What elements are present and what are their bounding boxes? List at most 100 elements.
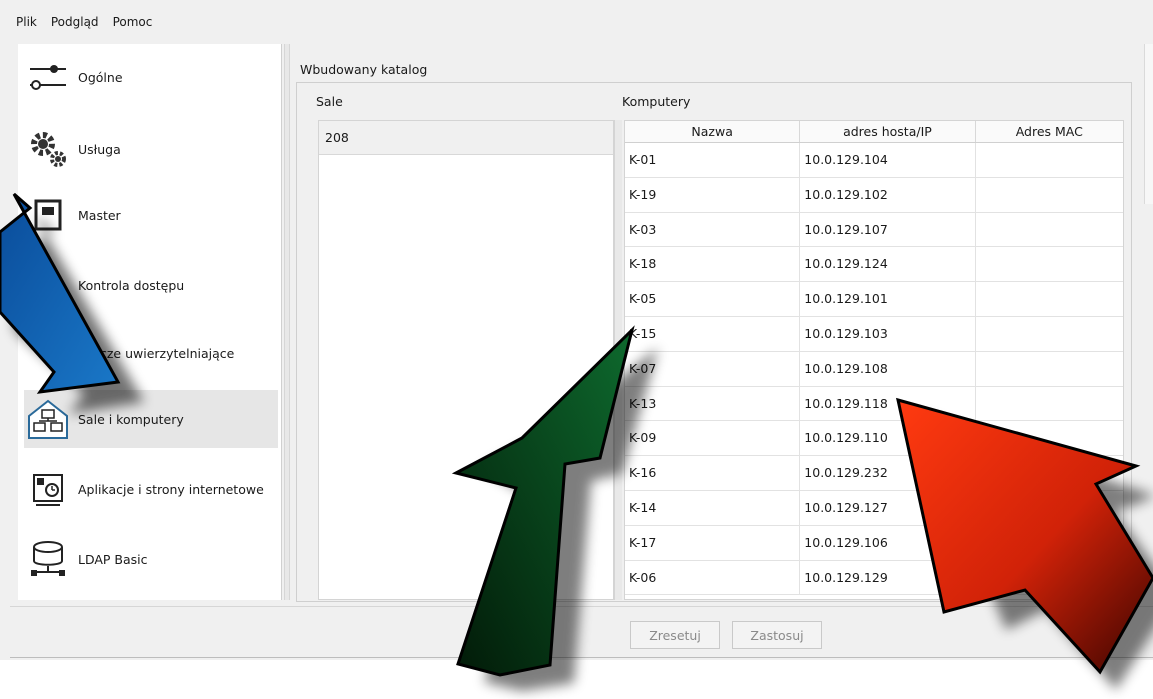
rooms-label: Sale — [316, 94, 343, 109]
right-scrollbar[interactable] — [1144, 44, 1153, 204]
master-icon — [26, 193, 70, 237]
cell-mac — [976, 213, 1123, 247]
sidebar-item-aplikacje[interactable]: Aplikacje i strony internetowe — [24, 460, 278, 518]
cell-host: 10.0.129.232 — [800, 456, 976, 490]
sidebar: Ogólne Usługa Master Kontrola dostępu cz… — [18, 44, 282, 600]
cell-mac — [976, 247, 1123, 281]
menu-pomoc[interactable]: Pomoc — [113, 15, 153, 29]
access-control-icon — [26, 263, 70, 307]
table-row[interactable]: K-18 10.0.129.124 — [625, 247, 1123, 283]
cell-name: K-18 — [625, 247, 801, 282]
table-row[interactable]: K-03 10.0.129.107 — [625, 212, 1123, 248]
cell-name: K-14 — [625, 490, 801, 525]
menu-plik[interactable]: Plik — [16, 15, 37, 29]
sidebar-item-label: Master — [78, 207, 121, 223]
cell-host: 10.0.129.106 — [800, 525, 976, 560]
column-header-name[interactable]: Nazwa — [625, 121, 801, 142]
table-row[interactable]: K-06 10.0.129.129 — [625, 560, 1123, 596]
database-network-icon — [26, 537, 70, 581]
sidebar-item-label: Kontrola dostępu — [78, 277, 185, 293]
cell-name: K-19 — [625, 177, 801, 212]
list-item[interactable]: 208 — [319, 121, 613, 155]
cell-name: K-06 — [625, 560, 801, 595]
cell-host: 10.0.129.129 — [800, 560, 976, 595]
cell-name: K-13 — [625, 386, 801, 421]
sidebar-item-usluga[interactable]: Usługa — [24, 120, 278, 178]
cell-mac — [976, 526, 1123, 560]
splitter-handle[interactable] — [284, 44, 290, 600]
reset-button[interactable]: Zresetuj — [630, 621, 720, 649]
sidebar-item-label: cze uwierzytelniające — [100, 345, 235, 361]
cell-host: 10.0.129.110 — [800, 421, 976, 456]
table-row[interactable]: K-05 10.0.129.101 — [625, 282, 1123, 317]
rooms-scrollbar[interactable] — [614, 120, 622, 600]
cell-name: K-05 — [625, 282, 801, 316]
cell-name: K-16 — [625, 456, 801, 490]
cell-mac — [976, 143, 1123, 177]
sidebar-item-label: LDAP Basic — [78, 551, 148, 567]
table-row[interactable]: K-01 10.0.129.104 — [625, 143, 1123, 178]
table-row[interactable]: K-14 10.0.129.127 — [625, 490, 1123, 526]
cell-mac — [976, 352, 1123, 386]
table-row[interactable]: K-15 10.0.129.103 — [625, 316, 1123, 352]
sidebar-item-label: Usługa — [78, 141, 121, 157]
menu-bar: Plik Podgląd Pomoc — [0, 8, 1153, 36]
sliders-icon — [26, 55, 70, 99]
cell-mac — [976, 421, 1123, 455]
computers-label: Komputery — [622, 94, 691, 109]
house-computers-icon — [26, 397, 70, 441]
menu-podglad[interactable]: Podgląd — [51, 15, 99, 29]
table-row[interactable]: K-09 10.0.129.110 — [625, 421, 1123, 457]
cell-host: 10.0.129.101 — [800, 282, 976, 316]
cell-mac — [976, 456, 1123, 490]
sidebar-item-label: Sale i komputery — [78, 411, 184, 427]
cell-name: K-07 — [625, 351, 801, 386]
cell-name: K-09 — [625, 421, 801, 456]
sidebar-item-master[interactable]: Master — [24, 186, 278, 244]
cell-host: 10.0.129.102 — [800, 177, 976, 212]
rooms-list: 208 — [318, 120, 614, 600]
table-row[interactable]: K-16 10.0.129.232 — [625, 456, 1123, 491]
table-body: K-01 10.0.129.104 K-19 10.0.129.102 K-03 10.0… — [625, 143, 1123, 596]
cell-host: 10.0.129.127 — [800, 490, 976, 525]
key-icon — [26, 331, 70, 375]
cell-name: K-15 — [625, 316, 801, 351]
cell-mac — [976, 387, 1123, 421]
table-row[interactable]: K-17 10.0.129.106 — [625, 525, 1123, 561]
cell-host: 10.0.129.118 — [800, 386, 976, 421]
sidebar-item-kontrola-dostepu[interactable]: Kontrola dostępu — [24, 256, 278, 314]
cell-mac — [976, 317, 1123, 351]
apply-button[interactable]: Zastosuj — [732, 621, 822, 649]
sidebar-item-klucze[interactable]: cze uwierzytelniające — [24, 324, 278, 382]
group-title: Wbudowany katalog — [300, 62, 428, 77]
sidebar-item-label: Aplikacje i strony internetowe — [78, 481, 264, 497]
column-header-mac[interactable]: Adres MAC — [976, 121, 1123, 142]
cell-mac — [976, 282, 1123, 316]
sidebar-item-label: Ogólne — [78, 69, 123, 85]
cell-mac — [976, 491, 1123, 525]
cell-name: K-03 — [625, 212, 801, 247]
sidebar-item-sale-i-komputery[interactable]: Sale i komputery — [24, 390, 278, 448]
sidebar-item-ldap[interactable]: LDAP Basic — [24, 530, 278, 588]
gears-icon — [26, 127, 70, 171]
cell-host: 10.0.129.108 — [800, 351, 976, 386]
app-clock-icon — [26, 467, 70, 511]
table-row[interactable]: K-07 10.0.129.108 — [625, 351, 1123, 387]
bottom-bar: Zresetuj Zastosuj — [10, 606, 1153, 658]
main-panel: Wbudowany katalog Sale 208 Komputery Naz… — [292, 44, 1153, 602]
computers-table: Nazwa adres hosta/IP Adres MAC K-01 10.0.… — [624, 120, 1124, 600]
cell-host: 10.0.129.124 — [800, 247, 976, 282]
cell-mac — [976, 178, 1123, 212]
cell-host: 10.0.129.103 — [800, 316, 976, 351]
app-window: Plik Podgląd Pomoc Ogólne Usługa Master … — [0, 0, 1153, 660]
cell-host: 10.0.129.104 — [800, 143, 976, 177]
cell-mac — [976, 561, 1123, 595]
table-header: Nazwa adres hosta/IP Adres MAC — [625, 121, 1123, 143]
column-header-host[interactable]: adres hosta/IP — [800, 121, 976, 142]
cell-name: K-01 — [625, 143, 801, 177]
cell-name: K-17 — [625, 525, 801, 560]
sidebar-item-ogolne[interactable]: Ogólne — [24, 48, 278, 106]
table-row[interactable]: K-13 10.0.129.118 — [625, 386, 1123, 422]
cell-host: 10.0.129.107 — [800, 212, 976, 247]
table-row[interactable]: K-19 10.0.129.102 — [625, 177, 1123, 213]
